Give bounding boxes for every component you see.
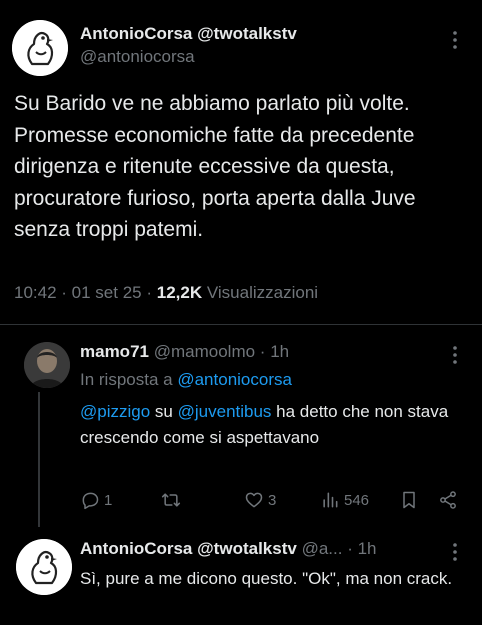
replying-to: In risposta a @antoniocorsa: [80, 370, 292, 390]
bookmark-icon: [403, 491, 415, 509]
more-icon[interactable]: [448, 345, 462, 365]
reply-count: 1: [104, 491, 113, 509]
mention-juventibus[interactable]: @juventibus: [178, 402, 272, 421]
reply2-header: AntonioCorsa @twotalkstv @a... · 1h: [80, 539, 377, 558]
author-name[interactable]: AntonioCorsa @twotalkstv: [80, 24, 297, 44]
views-button[interactable]: 546: [320, 490, 369, 510]
reply1-header: mamo71 @mamoolmo · 1h: [80, 342, 290, 361]
reply1-name[interactable]: mamo71: [80, 342, 149, 361]
post-time[interactable]: 10:42: [14, 283, 57, 302]
share-button[interactable]: [438, 490, 458, 510]
more-icon[interactable]: [448, 542, 462, 562]
reply-avatar[interactable]: [24, 342, 70, 388]
author-handle[interactable]: @antoniocorsa: [80, 47, 195, 67]
retweet-button[interactable]: [160, 490, 186, 510]
divider: [0, 324, 482, 325]
reply1-age[interactable]: 1h: [270, 342, 289, 361]
post-meta: 10:42 · 01 set 25 · 12,2K Visualizzazion…: [14, 283, 319, 302]
reply-icon: [82, 492, 99, 510]
post-text: Su Barido ve ne abbiamo parlato più volt…: [14, 92, 416, 241]
mention-pizzigo[interactable]: @pizzigo: [80, 402, 150, 421]
author-avatar[interactable]: [12, 20, 68, 76]
post-date[interactable]: 01 set 25: [72, 283, 142, 302]
more-icon[interactable]: [448, 30, 462, 50]
views-icon: [323, 492, 338, 508]
reply2-avatar[interactable]: [16, 539, 72, 595]
views-count-reply: 546: [344, 491, 370, 509]
like-icon: [245, 492, 263, 508]
reply1-handle[interactable]: @mamoolmo: [154, 342, 255, 361]
like-button[interactable]: 3: [244, 490, 276, 510]
reply1-word-su: su: [154, 402, 173, 421]
replying-prefix: In risposta a: [80, 370, 173, 389]
retweet-icon: [161, 493, 181, 507]
like-count: 3: [268, 491, 277, 509]
bookmark-button[interactable]: [400, 490, 418, 510]
views-count: 12,2K: [156, 283, 203, 302]
views-label: Visualizzazioni: [206, 283, 319, 302]
replying-mention[interactable]: @antoniocorsa: [177, 370, 292, 389]
duck-avatar-icon: [12, 20, 68, 76]
person-avatar-icon: [24, 342, 70, 388]
reply2-name[interactable]: AntonioCorsa @twotalkstv: [80, 539, 297, 558]
reply2-age[interactable]: 1h: [358, 539, 377, 558]
reply2-handle[interactable]: @a...: [302, 539, 343, 558]
thread-line: [38, 392, 40, 527]
share-icon: [440, 491, 456, 509]
reply1-text: @pizzigo su @juventibus ha detto che non…: [80, 399, 460, 451]
reply-button[interactable]: 1: [80, 490, 112, 510]
reply2-text: Sì, pure a me dicono questo. "Ok", ma no…: [80, 569, 453, 588]
duck-avatar-icon: [16, 539, 72, 595]
